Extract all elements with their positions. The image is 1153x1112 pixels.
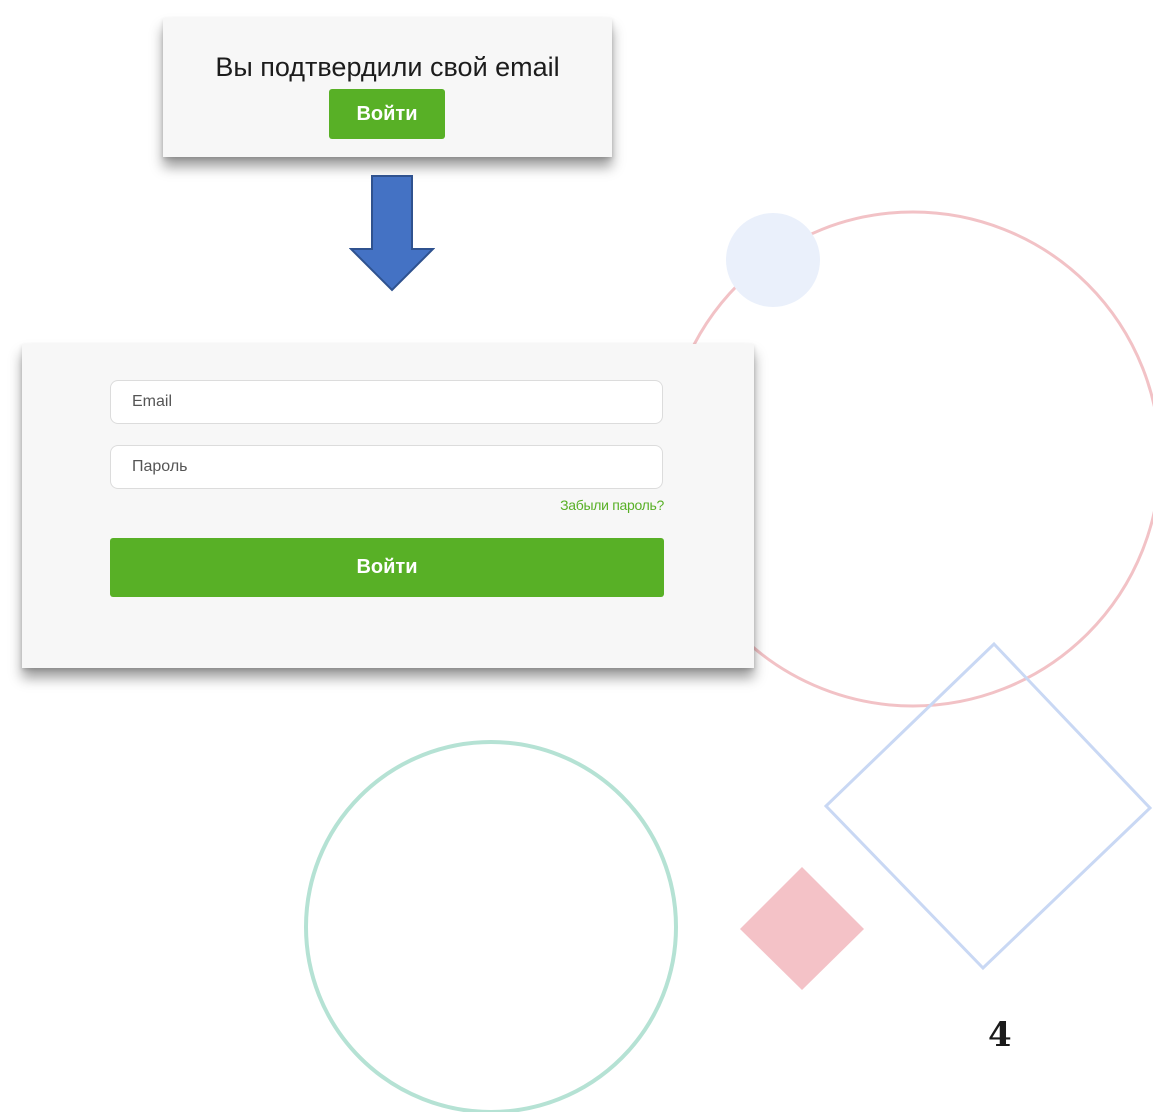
light-blue-dot	[726, 213, 820, 307]
pink-filled-diamond	[740, 867, 864, 990]
forgot-password-link[interactable]: Забыли пароль?	[560, 497, 664, 513]
arrow-down-icon	[349, 175, 435, 292]
password-field[interactable]: Пароль	[110, 445, 663, 489]
email-confirmed-title: Вы подтвердили свой email	[215, 52, 560, 82]
email-field[interactable]: Email	[110, 380, 663, 424]
mint-outline-circle	[304, 740, 678, 1112]
login-form-screenshot: Email Пароль Забыли пароль? Войти	[22, 344, 754, 668]
email-confirmed-screenshot: Вы подтвердили свой email Войти	[163, 18, 612, 157]
slide-number: 4	[988, 1015, 1012, 1055]
confirm-login-button[interactable]: Войти	[329, 89, 445, 139]
email-placeholder: Email	[132, 393, 173, 410]
password-placeholder: Пароль	[132, 458, 188, 475]
periwinkle-outline-diamond	[823, 641, 1153, 971]
login-button[interactable]: Войти	[110, 538, 664, 597]
